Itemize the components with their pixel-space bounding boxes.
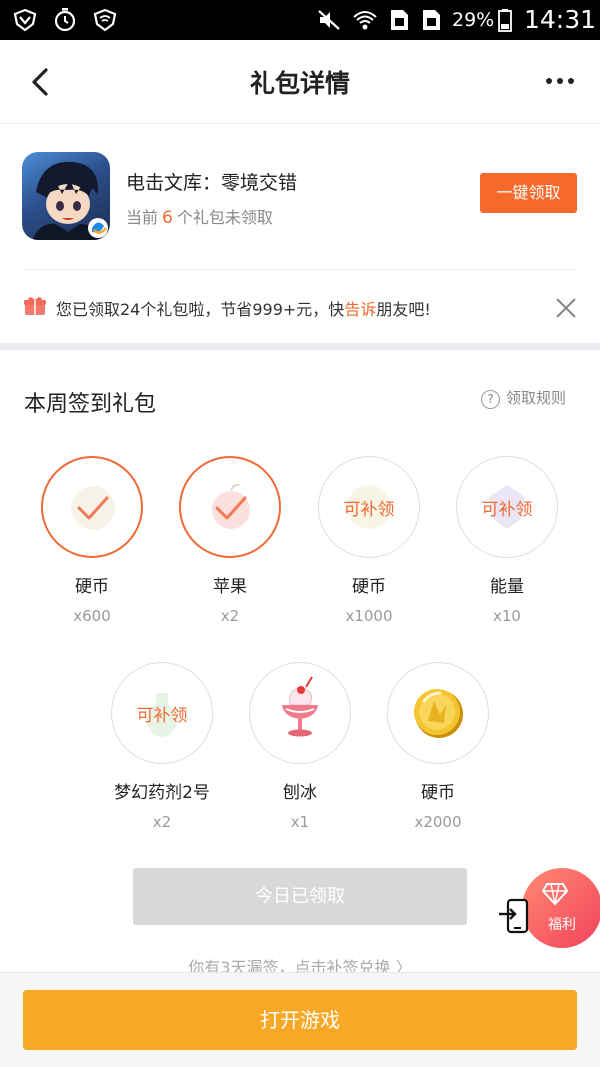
shaved-ice-icon bbox=[282, 676, 318, 737]
refill-label: 可补领 bbox=[481, 500, 533, 520]
notice-highlight: 告诉 bbox=[344, 300, 377, 319]
claimed-today-button[interactable]: 今日已领取 bbox=[133, 868, 467, 925]
reward-name: 能量 bbox=[490, 577, 524, 597]
mute-icon bbox=[318, 10, 340, 30]
reward-name: 硬币 bbox=[421, 783, 455, 803]
game-character-icon bbox=[32, 161, 108, 240]
reward-circle: 可补领 bbox=[318, 456, 420, 558]
claim-all-button[interactable]: 一键领取 bbox=[480, 173, 577, 213]
unclaimed-count: 6 bbox=[162, 208, 173, 228]
open-game-button[interactable]: 打开游戏 bbox=[23, 990, 577, 1050]
wifi-shield-icon bbox=[93, 8, 117, 32]
battery-icon bbox=[498, 9, 512, 32]
reward-name: 苹果 bbox=[213, 577, 247, 597]
exit-device-icon[interactable] bbox=[498, 898, 530, 934]
reward-name: 硬币 bbox=[75, 577, 109, 597]
reward-circle bbox=[387, 662, 489, 764]
section-title: 本周签到礼包 bbox=[24, 392, 157, 417]
reward-name: 梦幻药剂2号 bbox=[114, 783, 210, 803]
divider bbox=[22, 269, 577, 270]
refill-label: 可补领 bbox=[136, 706, 188, 726]
reward-name: 硬币 bbox=[352, 577, 386, 597]
reward-item[interactable]: 刨冰 x1 bbox=[230, 662, 370, 831]
reward-qty: x2 bbox=[220, 607, 240, 625]
reward-circle: 可补领 bbox=[456, 456, 558, 558]
reward-qty: x1 bbox=[290, 813, 310, 831]
reward-item[interactable]: 可补领 梦幻药剂2号 x2 bbox=[92, 662, 232, 831]
wifi-icon bbox=[353, 11, 377, 30]
status-bar: 29% 14:31 bbox=[0, 0, 600, 40]
reward-circle: 可补领 bbox=[111, 662, 213, 764]
welfare-float-button[interactable]: 福利 bbox=[522, 868, 600, 948]
unclaimed-summary: 当前 6 个礼包未领取 bbox=[126, 208, 273, 228]
reward-qty: x2 bbox=[152, 813, 172, 831]
more-dots-icon[interactable] bbox=[542, 66, 578, 96]
clock: 14:31 bbox=[524, 5, 597, 34]
reward-name: 刨冰 bbox=[283, 783, 317, 803]
reward-item[interactable]: 硬币 x600 bbox=[22, 456, 162, 625]
alarm-clock-icon bbox=[54, 8, 76, 32]
page-title: 礼包详情 bbox=[249, 69, 350, 98]
vpn-shield-icon bbox=[13, 8, 37, 32]
coin-icon bbox=[71, 486, 115, 530]
sim2-icon bbox=[423, 10, 440, 30]
game-icon[interactable] bbox=[22, 152, 110, 240]
welfare-label: 福利 bbox=[548, 917, 576, 933]
question-icon: ? bbox=[481, 390, 500, 409]
reward-circle bbox=[249, 662, 351, 764]
reward-circle bbox=[41, 456, 143, 558]
reward-item[interactable]: 苹果 x2 bbox=[160, 456, 300, 625]
welfare-badge bbox=[522, 868, 600, 948]
reward-qty: x10 bbox=[493, 607, 521, 625]
refill-label: 可补领 bbox=[343, 500, 395, 520]
reward-item[interactable]: 可补领 能量 x10 bbox=[437, 456, 577, 625]
apple-icon bbox=[212, 483, 250, 529]
gift-icon bbox=[24, 297, 46, 315]
coin-icon bbox=[414, 689, 463, 738]
battery-percent: 29% bbox=[452, 9, 495, 31]
reward-qty: x2000 bbox=[414, 813, 462, 831]
sim1-icon bbox=[391, 10, 408, 30]
reward-item[interactable]: 硬币 x2000 bbox=[368, 662, 508, 831]
reward-item[interactable]: 可补领 硬币 x1000 bbox=[299, 456, 439, 625]
close-icon[interactable] bbox=[554, 296, 578, 320]
section-separator bbox=[0, 343, 600, 350]
diamond-icon bbox=[542, 883, 568, 906]
notice-text: 您已领取24个礼包啦，节省999+元，快告诉朋友吧! bbox=[56, 300, 431, 319]
title-bar: 礼包详情 bbox=[0, 40, 600, 124]
reward-qty: x1000 bbox=[345, 607, 393, 625]
reward-qty: x600 bbox=[73, 607, 111, 625]
game-name: 电击文库：零境交错 bbox=[126, 172, 298, 194]
reward-circle bbox=[179, 456, 281, 558]
rules-link[interactable]: ? 领取规则 bbox=[481, 387, 566, 409]
